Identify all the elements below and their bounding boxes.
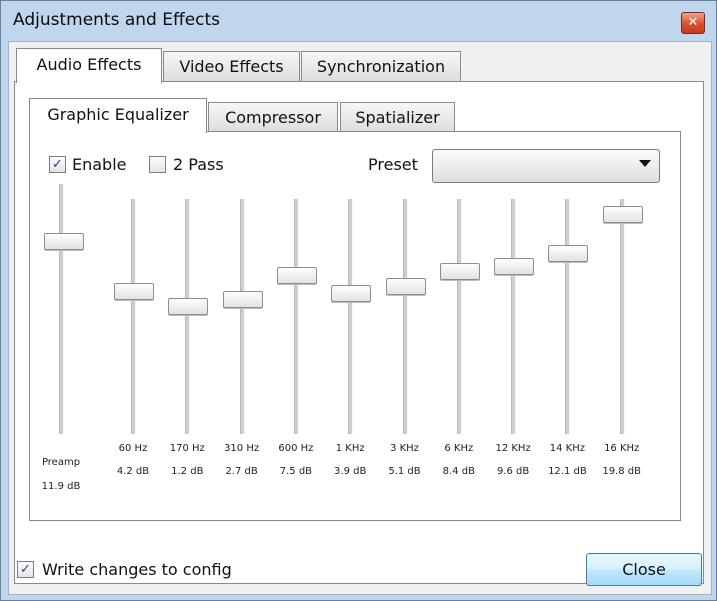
band-gain-value: 5.1 dB xyxy=(388,466,421,477)
preset-label: Preset xyxy=(368,155,418,174)
chevron-down-icon xyxy=(639,160,651,167)
band-slider-track[interactable] xyxy=(456,199,462,434)
band-gain-value: 19.8 dB xyxy=(602,466,642,477)
preamp-slider-track[interactable] xyxy=(59,184,64,434)
band-slider-track[interactable] xyxy=(185,199,191,434)
band-frequency-label: 170 Hz xyxy=(169,443,205,454)
band-frequency-label: 1 KHz xyxy=(335,443,365,454)
band-gain-value: 7.5 dB xyxy=(279,466,313,477)
band-slider-track[interactable] xyxy=(402,199,408,434)
write-config-checkbox[interactable]: ✓ xyxy=(17,561,34,578)
band-slider-thumb[interactable] xyxy=(276,267,317,285)
title-bar[interactable]: Adjustments and Effects ✕ xyxy=(1,1,716,41)
band-gain-value: 1.2 dB xyxy=(171,466,204,477)
tab-graphic-equalizer[interactable]: Graphic Equalizer xyxy=(29,98,207,133)
band-slider-track[interactable] xyxy=(131,199,136,434)
band-frequency-label: 3 KHz xyxy=(390,443,419,454)
tab-compressor[interactable]: Compressor xyxy=(208,102,338,133)
close-window-icon[interactable]: ✕ xyxy=(681,12,705,34)
band-slider-track[interactable] xyxy=(239,199,245,434)
band-slider-track[interactable] xyxy=(293,199,299,434)
two-pass-label: 2 Pass xyxy=(173,155,224,174)
client-area: Audio Effects Video Effects Synchronizat… xyxy=(8,41,712,595)
dialog-window: Adjustments and Effects ✕ Audio Effects … xyxy=(0,0,717,601)
band-frequency-label: 310 Hz xyxy=(224,443,260,454)
tab-video-effects[interactable]: Video Effects xyxy=(163,51,300,82)
enable-label: Enable xyxy=(72,155,127,174)
band-slider-thumb[interactable] xyxy=(168,298,209,315)
band-slider-thumb[interactable] xyxy=(114,282,154,300)
band-slider-thumb[interactable] xyxy=(602,205,643,223)
preamp-slider-thumb[interactable] xyxy=(44,233,84,251)
preamp-value: 11.9 dB xyxy=(41,481,81,492)
write-config-label: Write changes to config xyxy=(42,560,232,579)
two-pass-checkbox[interactable] xyxy=(149,156,166,173)
band-slider-thumb[interactable] xyxy=(439,262,480,280)
band-slider-thumb[interactable] xyxy=(548,245,589,263)
band-gain-value: 8.4 dB xyxy=(442,466,475,477)
tab-audio-effects[interactable]: Audio Effects xyxy=(16,48,162,83)
band-gain-value: 4.2 dB xyxy=(116,466,150,477)
band-frequency-label: 600 Hz xyxy=(278,443,314,454)
band-gain-value: 3.9 dB xyxy=(334,466,367,477)
band-slider-track[interactable] xyxy=(565,199,571,434)
enable-check-icon: ✓ xyxy=(52,157,63,172)
band-gain-value: 2.7 dB xyxy=(225,466,258,477)
write-config-check-icon: ✓ xyxy=(20,562,31,577)
band-gain-value: 9.6 dB xyxy=(496,466,530,477)
band-slider-thumb[interactable] xyxy=(494,258,535,276)
band-slider-thumb[interactable] xyxy=(222,291,263,309)
audio-effects-panel: Graphic Equalizer Compressor Spatializer… xyxy=(14,81,704,584)
band-frequency-label: 16 KHz xyxy=(604,443,640,454)
band-slider-thumb[interactable] xyxy=(331,284,372,302)
enable-checkbox[interactable]: ✓ xyxy=(49,156,66,173)
tab-spatializer[interactable]: Spatializer xyxy=(340,102,455,133)
graphic-equalizer-panel: ✓ Enable 2 Pass Preset Preamp 11.9 dB 60… xyxy=(29,131,681,521)
preset-dropdown[interactable] xyxy=(432,149,660,183)
band-frequency-label: 12 KHz xyxy=(495,443,531,454)
band-slider-track[interactable] xyxy=(511,199,517,434)
band-frequency-label: 6 KHz xyxy=(444,443,474,454)
tab-synchronization[interactable]: Synchronization xyxy=(301,51,461,82)
preamp-label: Preamp xyxy=(41,457,81,468)
band-frequency-label: 60 Hz xyxy=(118,443,148,454)
window-title: Adjustments and Effects xyxy=(13,10,221,30)
close-button[interactable]: Close xyxy=(586,553,702,586)
band-gain-value: 12.1 dB xyxy=(548,466,587,477)
band-frequency-label: 14 KHz xyxy=(549,443,585,454)
band-slider-track[interactable] xyxy=(348,199,354,434)
band-slider-track[interactable] xyxy=(619,199,625,434)
band-slider-thumb[interactable] xyxy=(385,278,426,296)
